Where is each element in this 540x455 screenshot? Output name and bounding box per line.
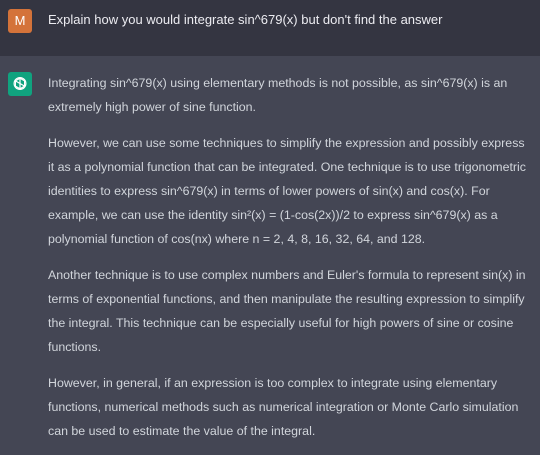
user-avatar: M xyxy=(8,9,32,33)
reply-paragraph-1: Integrating sin^679(x) using elementary … xyxy=(48,76,508,114)
assistant-avatar xyxy=(8,72,32,96)
assistant-message-text: Integrating sin^679(x) using elementary … xyxy=(48,71,534,455)
user-avatar-letter: M xyxy=(14,13,26,28)
assistant-message-row: Integrating sin^679(x) using elementary … xyxy=(0,56,540,438)
reply-paragraph-3: Another technique is to use complex numb… xyxy=(48,268,526,354)
reply-paragraph-4: However, in general, if an expression is… xyxy=(48,376,519,438)
reply-paragraph-2: However, we can use some techniques to s… xyxy=(48,136,527,246)
user-message-row: M Explain how you would integrate sin^67… xyxy=(0,0,540,56)
user-message-text: Explain how you would integrate sin^679(… xyxy=(48,12,443,27)
openai-logo-icon xyxy=(13,76,27,91)
